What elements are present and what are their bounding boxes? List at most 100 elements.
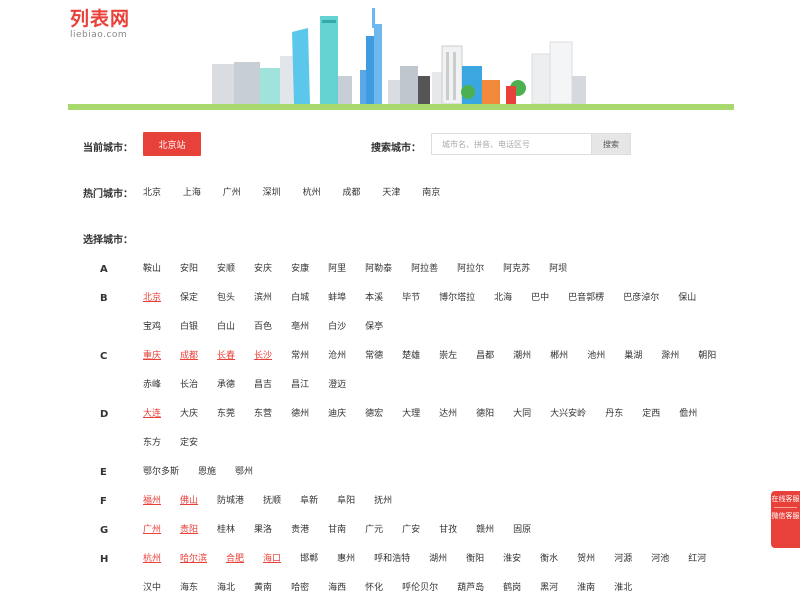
city-link[interactable]: 白城 xyxy=(291,291,309,320)
city-link[interactable]: 赤峰 xyxy=(143,378,161,407)
city-link[interactable]: 宝鸡 xyxy=(143,320,161,349)
city-link[interactable]: 汉中 xyxy=(143,581,161,610)
city-link[interactable]: 黄南 xyxy=(254,581,272,610)
city-link[interactable]: 邯郸 xyxy=(300,552,318,581)
city-link[interactable]: 承德 xyxy=(217,378,235,407)
city-link[interactable]: 大同 xyxy=(513,407,531,436)
city-link[interactable]: 巴音郭楞 xyxy=(568,291,604,320)
city-link[interactable]: 长春 xyxy=(217,349,235,378)
city-link[interactable]: 毕节 xyxy=(402,291,420,320)
city-link[interactable]: 淮北 xyxy=(614,581,632,610)
hot-city-link[interactable]: 北京 xyxy=(143,185,161,198)
online-service-button[interactable]: 在线客服 xyxy=(771,491,800,504)
city-link[interactable]: 衡水 xyxy=(540,552,558,581)
city-link[interactable]: 安康 xyxy=(291,262,309,291)
city-link[interactable]: 达州 xyxy=(439,407,457,436)
city-link[interactable]: 德阳 xyxy=(476,407,494,436)
city-link[interactable]: 鄂州 xyxy=(235,465,253,494)
city-link[interactable]: 河源 xyxy=(614,552,632,581)
city-link[interactable]: 崇左 xyxy=(439,349,457,378)
city-link[interactable]: 鹤岗 xyxy=(503,581,521,610)
city-link[interactable]: 北京 xyxy=(143,291,161,320)
city-link[interactable]: 赣州 xyxy=(476,523,494,552)
city-link[interactable]: 呼和浩特 xyxy=(374,552,410,581)
city-link[interactable]: 长治 xyxy=(180,378,198,407)
search-input[interactable] xyxy=(431,133,591,155)
city-link[interactable]: 常州 xyxy=(291,349,309,378)
city-link[interactable]: 淮南 xyxy=(577,581,595,610)
city-link[interactable]: 果洛 xyxy=(254,523,272,552)
city-link[interactable]: 昌都 xyxy=(476,349,494,378)
hot-city-link[interactable]: 成都 xyxy=(342,185,360,198)
city-link[interactable]: 巴彦淖尔 xyxy=(623,291,659,320)
city-link[interactable]: 大连 xyxy=(143,407,161,436)
city-link[interactable]: 贺州 xyxy=(577,552,595,581)
city-link[interactable]: 东营 xyxy=(254,407,272,436)
city-link[interactable]: 百色 xyxy=(254,320,272,349)
city-link[interactable]: 大理 xyxy=(402,407,420,436)
city-link[interactable]: 朝阳 xyxy=(698,349,716,378)
city-link[interactable]: 呼伦贝尔 xyxy=(402,581,438,610)
city-link[interactable]: 抚州 xyxy=(374,494,392,523)
city-link[interactable]: 哈尔滨 xyxy=(180,552,207,581)
city-link[interactable]: 合肥 xyxy=(226,552,244,581)
city-link[interactable]: 定安 xyxy=(180,436,198,465)
city-link[interactable]: 防城港 xyxy=(217,494,244,523)
city-link[interactable]: 固原 xyxy=(513,523,531,552)
city-link[interactable]: 沧州 xyxy=(328,349,346,378)
city-link[interactable]: 海西 xyxy=(328,581,346,610)
hot-city-link[interactable]: 深圳 xyxy=(263,185,281,198)
city-link[interactable]: 海北 xyxy=(217,581,235,610)
wechat-service-button[interactable]: 微信客服 xyxy=(771,508,800,521)
city-link[interactable]: 儋州 xyxy=(679,407,697,436)
city-link[interactable]: 郴州 xyxy=(550,349,568,378)
city-link[interactable]: 阜阳 xyxy=(337,494,355,523)
city-link[interactable]: 鞍山 xyxy=(143,262,161,291)
city-link[interactable]: 白山 xyxy=(217,320,235,349)
city-link[interactable]: 惠州 xyxy=(337,552,355,581)
city-link[interactable]: 贵港 xyxy=(291,523,309,552)
city-link[interactable]: 恩施 xyxy=(198,465,216,494)
city-link[interactable]: 佛山 xyxy=(180,494,198,523)
city-link[interactable]: 德宏 xyxy=(365,407,383,436)
city-link[interactable]: 白银 xyxy=(180,320,198,349)
city-link[interactable]: 长沙 xyxy=(254,349,272,378)
city-link[interactable]: 大兴安岭 xyxy=(550,407,586,436)
hot-city-link[interactable]: 广州 xyxy=(223,185,241,198)
hot-city-link[interactable]: 杭州 xyxy=(303,185,321,198)
city-link[interactable]: 池州 xyxy=(587,349,605,378)
city-link[interactable]: 桂林 xyxy=(217,523,235,552)
city-link[interactable]: 广安 xyxy=(402,523,420,552)
city-link[interactable]: 海口 xyxy=(263,552,281,581)
city-link[interactable]: 保亭 xyxy=(365,320,383,349)
city-link[interactable]: 丹东 xyxy=(605,407,623,436)
city-link[interactable]: 鄂尔多斯 xyxy=(143,465,179,494)
city-link[interactable]: 哈密 xyxy=(291,581,309,610)
city-link[interactable]: 巢湖 xyxy=(624,349,642,378)
city-link[interactable]: 保定 xyxy=(180,291,198,320)
city-link[interactable]: 葫芦岛 xyxy=(457,581,484,610)
city-link[interactable]: 北海 xyxy=(494,291,512,320)
city-link[interactable]: 阿坝 xyxy=(549,262,567,291)
city-link[interactable]: 重庆 xyxy=(143,349,161,378)
city-link[interactable]: 滨州 xyxy=(254,291,272,320)
city-link[interactable]: 本溪 xyxy=(365,291,383,320)
city-link[interactable]: 湖州 xyxy=(429,552,447,581)
city-link[interactable]: 博尔塔拉 xyxy=(439,291,475,320)
city-link[interactable]: 安阳 xyxy=(180,262,198,291)
hot-city-link[interactable]: 上海 xyxy=(183,185,201,198)
search-button[interactable]: 搜索 xyxy=(591,133,631,155)
city-link[interactable]: 黑河 xyxy=(540,581,558,610)
city-link[interactable]: 阿拉尔 xyxy=(457,262,484,291)
city-link[interactable]: 福州 xyxy=(143,494,161,523)
city-link[interactable]: 东方 xyxy=(143,436,161,465)
city-link[interactable]: 阿克苏 xyxy=(503,262,530,291)
city-link[interactable]: 怀化 xyxy=(365,581,383,610)
city-link[interactable]: 安顺 xyxy=(217,262,235,291)
city-link[interactable]: 楚雄 xyxy=(402,349,420,378)
city-link[interactable]: 保山 xyxy=(678,291,696,320)
city-link[interactable]: 迪庆 xyxy=(328,407,346,436)
city-link[interactable]: 滁州 xyxy=(661,349,679,378)
city-link[interactable]: 白沙 xyxy=(328,320,346,349)
city-link[interactable]: 衡阳 xyxy=(466,552,484,581)
